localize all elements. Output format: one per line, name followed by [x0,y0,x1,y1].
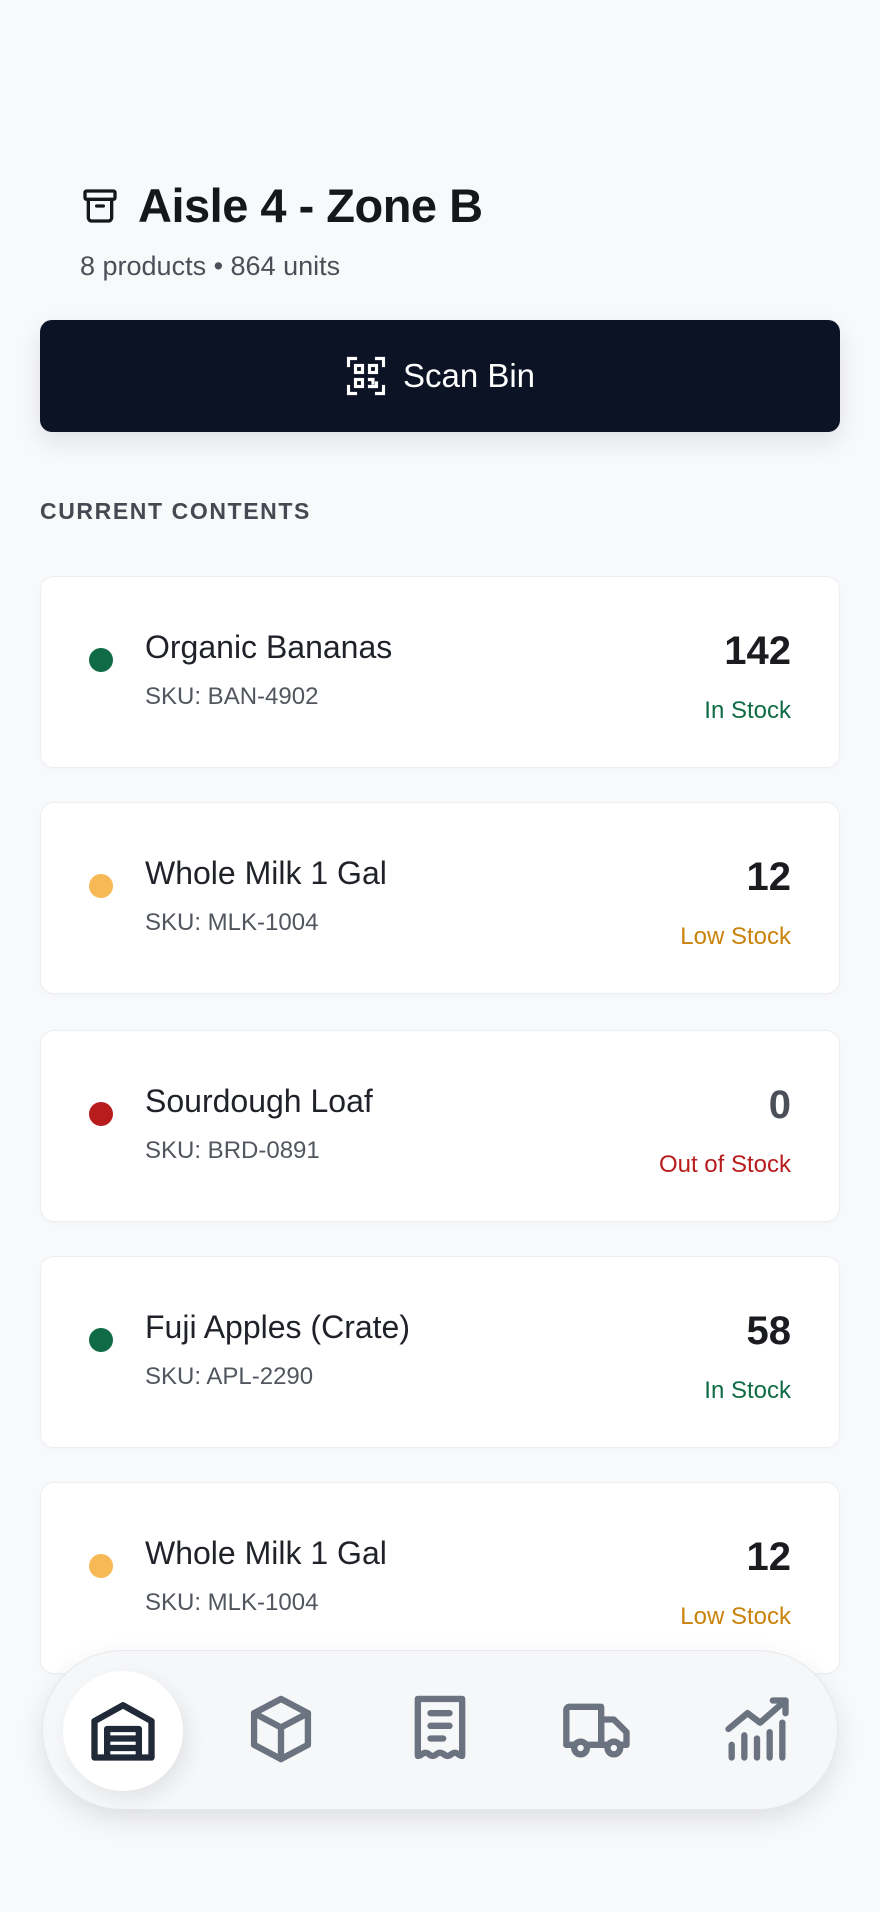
nav-products[interactable] [221,1671,341,1791]
status-dot [89,1328,113,1352]
product-card[interactable]: Organic Bananas SKU: BAN-4902 142 In Sto… [40,576,840,768]
package-icon [243,1691,319,1772]
status-dot [89,1102,113,1126]
section-label: CURRENT CONTENTS [40,498,311,524]
product-name: Fuji Apples (Crate) [145,1309,410,1345]
stock-status: Low Stock [680,923,791,950]
product-quantity: 12 [746,1535,792,1579]
stock-status: Low Stock [680,1603,791,1630]
bottom-nav [42,1650,838,1810]
product-quantity: 58 [746,1309,792,1353]
product-name: Whole Milk 1 Gal [145,1535,387,1571]
archive-box-icon [80,185,122,227]
header: Aisle 4 - Zone B 8 products • 864 units [80,178,483,282]
analytics-icon [719,1691,795,1772]
status-dot [89,874,113,898]
page-title: Aisle 4 - Zone B [138,179,483,232]
product-sku: SKU: MLK-1004 [145,909,319,936]
product-card[interactable]: Whole Milk 1 Gal SKU: MLK-1004 12 Low St… [40,1482,840,1674]
nav-shipping[interactable] [538,1671,658,1791]
qr-scan-icon [345,355,387,397]
page-subtitle: 8 products • 864 units [80,251,341,281]
product-sku: SKU: APL-2290 [145,1363,314,1390]
product-name: Organic Bananas [145,629,393,665]
product-card[interactable]: Whole Milk 1 Gal SKU: MLK-1004 12 Low St… [40,802,840,994]
title-row: Aisle 4 - Zone B [80,178,483,233]
truck-icon [560,1691,636,1772]
product-sku: SKU: BAN-4902 [145,683,319,710]
product-sku: SKU: MLK-1004 [145,1589,319,1616]
receipt-icon [402,1691,478,1772]
product-name: Whole Milk 1 Gal [145,855,387,891]
product-quantity: 142 [724,629,791,673]
status-dot [89,1554,113,1578]
stock-status: In Stock [704,697,791,724]
product-sku: SKU: BRD-0891 [145,1137,320,1164]
scan-bin-label: Scan Bin [402,357,536,394]
nav-analytics[interactable] [697,1671,817,1791]
inventory-screen: Aisle 4 - Zone B 8 products • 864 units … [0,0,880,1912]
scan-bin-button[interactable]: Scan Bin [40,320,840,432]
nav-warehouse[interactable] [63,1671,183,1791]
product-quantity: 0 [768,1083,791,1127]
stock-status: In Stock [704,1377,791,1404]
product-card[interactable]: Fuji Apples (Crate) SKU: APL-2290 58 In … [40,1256,840,1448]
product-card[interactable]: Sourdough Loaf SKU: BRD-0891 0 Out of St… [40,1030,840,1222]
nav-receipts[interactable] [380,1671,500,1791]
stock-status: Out of Stock [658,1151,791,1178]
product-name: Sourdough Loaf [145,1083,373,1119]
status-dot [89,648,113,672]
product-quantity: 12 [746,855,792,899]
warehouse-icon [85,1691,161,1772]
